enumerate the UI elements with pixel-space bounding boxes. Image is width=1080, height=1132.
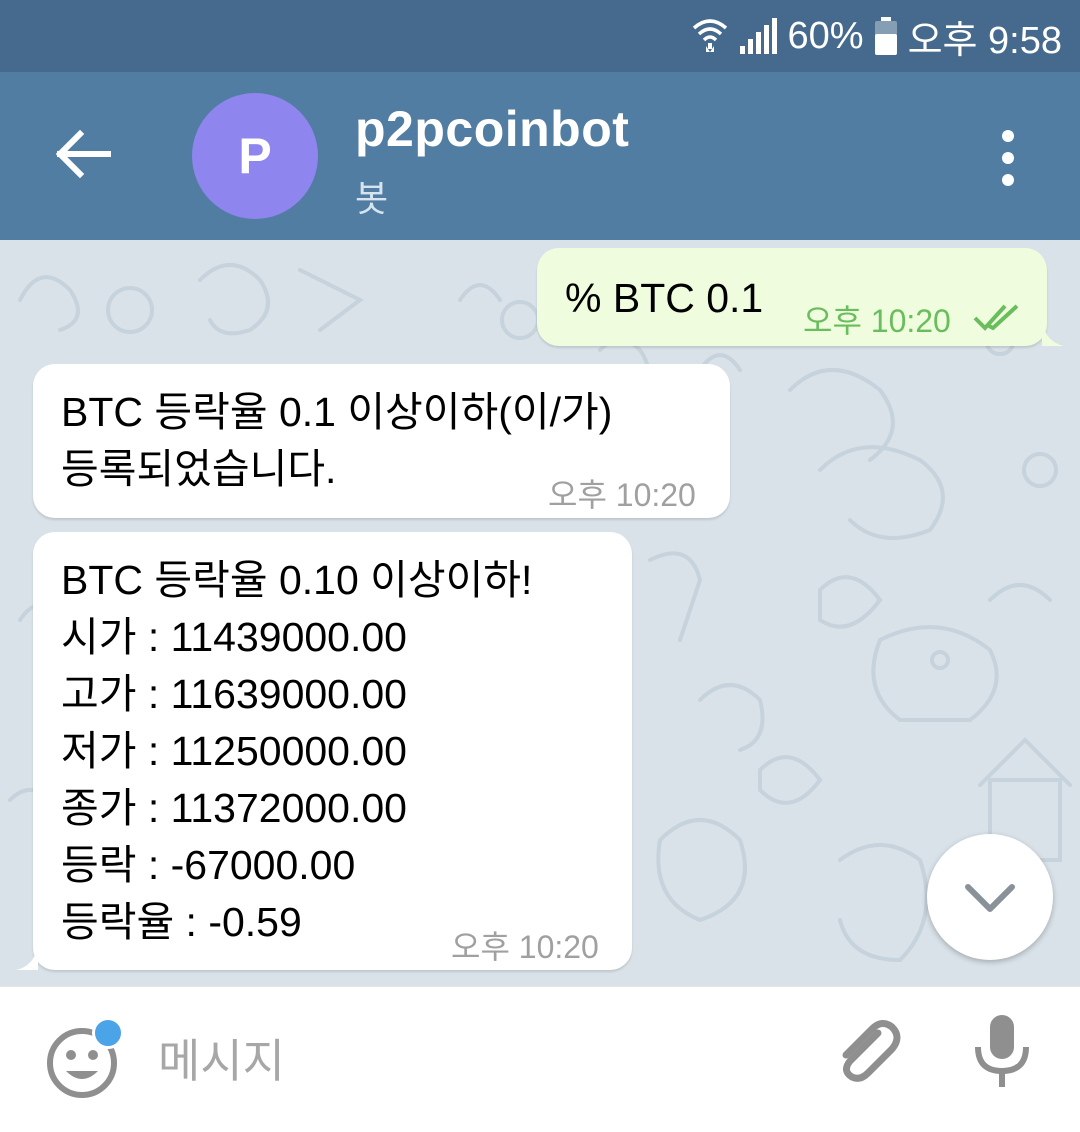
- battery-icon: [874, 17, 898, 55]
- chat-subtitle: 봇: [355, 179, 389, 220]
- attach-button[interactable]: [826, 1011, 906, 1091]
- incoming-message[interactable]: BTC 등락율 0.10 이상이하! 시가 : 11439000.00 고가 :…: [33, 532, 632, 970]
- incoming-message[interactable]: BTC 등락율 0.1 이상이하(이/가) 등록되었습니다. 오후 10:20: [33, 364, 730, 518]
- avatar[interactable]: P: [192, 93, 318, 219]
- message-input-bar: [0, 986, 1080, 1132]
- outgoing-message[interactable]: % BTC 0.1 오후 10:20: [537, 248, 1047, 346]
- message-text: % BTC 0.1: [565, 275, 764, 321]
- scroll-down-button[interactable]: [927, 834, 1053, 960]
- message-input[interactable]: [158, 1029, 778, 1093]
- signal-icon: [738, 18, 778, 54]
- chevron-down-icon: [965, 884, 1015, 912]
- back-button[interactable]: [52, 122, 116, 186]
- bubble-tail-in: [16, 946, 38, 970]
- message-text: BTC 등락율 0.10 이상이하! 시가 : 11439000.00 고가 :…: [61, 557, 533, 945]
- double-check-icon: [973, 304, 1019, 331]
- message-text: BTC 등락율 0.1 이상이하(이/가) 등록되었습니다.: [61, 389, 613, 492]
- clock: 오후 9:58: [907, 19, 1062, 62]
- microphone-button[interactable]: [970, 1011, 1034, 1091]
- message-list[interactable]: % BTC 0.1 오후 10:20 BTC 등락율 0.1 이상이하(이/가)…: [0, 240, 1080, 986]
- status-bar: 60% 오후 9:58: [0, 0, 1080, 72]
- more-vert-icon: [1002, 130, 1014, 186]
- message-time: 오후 10:20: [451, 929, 599, 965]
- arrow-left-icon: [55, 129, 111, 179]
- bubble-tail-out: [1042, 322, 1064, 346]
- message-time: 오후 10:20: [803, 303, 951, 339]
- microphone-icon: [975, 1015, 1029, 1087]
- emoji-notification-dot: [92, 1017, 124, 1049]
- chat-title[interactable]: p2pcoinbot: [355, 100, 629, 158]
- message-time: 오후 10:20: [548, 477, 696, 513]
- wifi-icon: [692, 16, 728, 56]
- paperclip-icon: [842, 1020, 901, 1082]
- more-options-button[interactable]: [988, 128, 1028, 188]
- battery-text: 60%: [787, 14, 864, 57]
- chat-header: P p2pcoinbot 봇: [0, 72, 1080, 240]
